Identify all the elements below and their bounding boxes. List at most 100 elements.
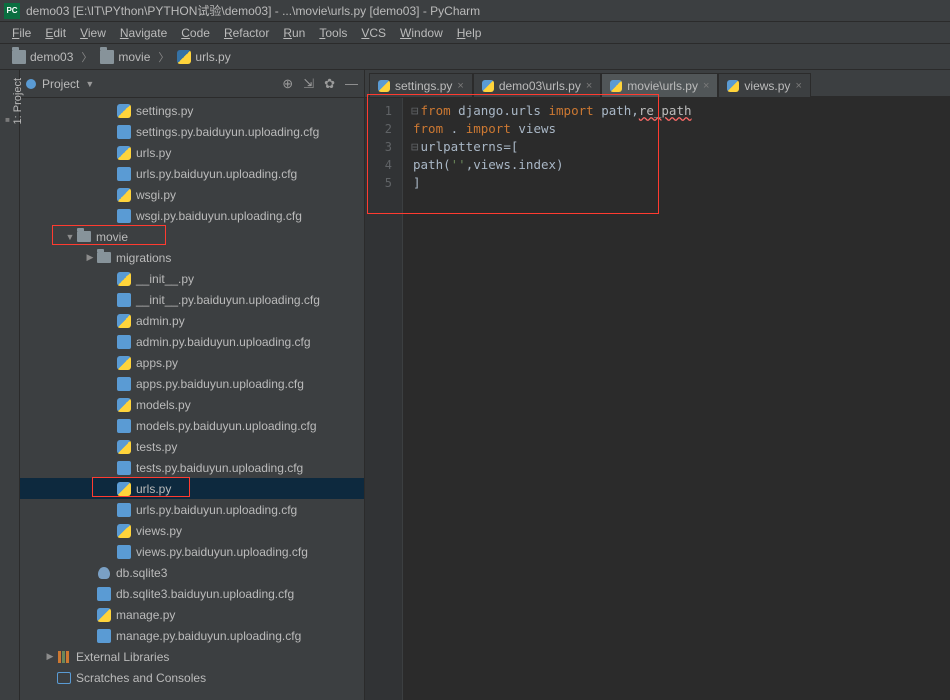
breadcrumb-item-demo03[interactable]: demo03 <box>8 49 77 65</box>
editor-tab-movie-urls-py[interactable]: movie\urls.py× <box>601 73 718 97</box>
tree-row-models-py[interactable]: ▶models.py <box>20 394 364 415</box>
editor-tab-demo03-urls-py[interactable]: demo03\urls.py× <box>473 73 601 97</box>
title-bar: PC demo03 [E:\IT\PYthon\PYTHON试验\demo03]… <box>0 0 950 22</box>
tree-row-external-libraries[interactable]: ▶External Libraries <box>20 646 364 667</box>
tree-row-models-py-baiduyun-uploading-cfg[interactable]: ▶models.py.baiduyun.uploading.cfg <box>20 415 364 436</box>
config-file-icon <box>116 335 132 349</box>
tree-row-apps-py[interactable]: ▶apps.py <box>20 352 364 373</box>
menu-view[interactable]: View <box>74 24 112 42</box>
tree-row-db-sqlite3[interactable]: ▶db.sqlite3 <box>20 562 364 583</box>
menu-edit[interactable]: Edit <box>39 24 72 42</box>
code-line[interactable]: ] <box>411 174 692 192</box>
code-area[interactable]: ⊟from django.urls import path,re_path fr… <box>403 98 700 700</box>
code-line[interactable]: ⊟from django.urls import path,re_path <box>411 102 692 120</box>
tree-row-views-py[interactable]: ▶views.py <box>20 520 364 541</box>
tree-row-urls-py[interactable]: ▶urls.py <box>20 142 364 163</box>
breadcrumb-sep: 〉 <box>81 49 92 65</box>
code-line[interactable]: path('',views.index) <box>411 156 692 174</box>
tree-row-scratches-and-consoles[interactable]: ▶Scratches and Consoles <box>20 667 364 688</box>
token-id: urlpatterns <box>421 139 504 154</box>
chevron-down-icon[interactable]: ▼ <box>64 232 76 242</box>
tree-row-admin-py[interactable]: ▶admin.py <box>20 310 364 331</box>
breadcrumb-item-urls-py[interactable]: urls.py <box>173 49 234 65</box>
token-id: views <box>518 121 556 136</box>
chevron-right-icon[interactable]: ▶ <box>84 252 96 263</box>
folder-icon <box>12 50 26 64</box>
tree-row--init-py-baiduyun-uploading-cfg[interactable]: ▶__init__.py.baiduyun.uploading.cfg <box>20 289 364 310</box>
editor-tab-settings-py[interactable]: settings.py × <box>369 73 473 97</box>
locate-icon[interactable]: ⊕ <box>282 76 293 92</box>
project-panel-actions: ⊕ ⇲ ✿ — <box>282 76 358 92</box>
menu-run[interactable]: Run <box>277 24 311 42</box>
project-panel: Project ▼ ⊕ ⇲ ✿ — ▶settings.py▶settings.… <box>20 70 365 700</box>
tree-row-migrations[interactable]: ▶migrations <box>20 247 364 268</box>
menu-tools[interactable]: Tools <box>313 24 353 42</box>
tree-row-manage-py-baiduyun-uploading-cfg[interactable]: ▶manage.py.baiduyun.uploading.cfg <box>20 625 364 646</box>
project-icon <box>26 79 36 89</box>
token-op: , <box>631 103 639 118</box>
chevron-right-icon[interactable]: ▶ <box>44 651 56 662</box>
tree-row-wsgi-py-baiduyun-uploading-cfg[interactable]: ▶wsgi.py.baiduyun.uploading.cfg <box>20 205 364 226</box>
close-icon[interactable]: × <box>586 80 592 92</box>
tree-label: tests.py <box>136 440 177 454</box>
hide-icon[interactable]: — <box>345 76 358 91</box>
fold-icon[interactable]: ⊟ <box>411 103 419 118</box>
editor-tab-label: settings.py <box>395 79 452 93</box>
token-op: . <box>451 121 466 136</box>
tree-row-wsgi-py[interactable]: ▶wsgi.py <box>20 184 364 205</box>
project-panel-title[interactable]: Project ▼ <box>26 77 94 91</box>
config-file-icon <box>116 419 132 433</box>
tree-row-urls-py-baiduyun-uploading-cfg[interactable]: ▶urls.py.baiduyun.uploading.cfg <box>20 163 364 184</box>
menu-code[interactable]: Code <box>175 24 216 42</box>
close-icon[interactable]: × <box>457 80 463 92</box>
token-op: ( <box>443 157 451 172</box>
code-line[interactable]: from . import views <box>411 120 692 138</box>
tool-strip-left: 1: Project <box>0 70 20 700</box>
menu-help[interactable]: Help <box>451 24 488 42</box>
project-panel-header: Project ▼ ⊕ ⇲ ✿ — <box>20 70 364 98</box>
breadcrumb-item-movie[interactable]: movie <box>96 49 154 65</box>
tree-label: manage.py.baiduyun.uploading.cfg <box>116 629 301 643</box>
tree-row-settings-py-baiduyun-uploading-cfg[interactable]: ▶settings.py.baiduyun.uploading.cfg <box>20 121 364 142</box>
tree-row-manage-py[interactable]: ▶manage.py <box>20 604 364 625</box>
library-icon <box>56 651 72 663</box>
tree-row-settings-py[interactable]: ▶settings.py <box>20 100 364 121</box>
database-icon <box>96 567 112 579</box>
settings-icon[interactable]: ✿ <box>324 76 335 92</box>
folder-icon <box>96 252 112 263</box>
collapse-all-icon[interactable]: ⇲ <box>303 76 314 92</box>
menu-file[interactable]: File <box>6 24 37 42</box>
project-tree[interactable]: ▶settings.py▶settings.py.baiduyun.upload… <box>20 98 364 700</box>
tree-row-apps-py-baiduyun-uploading-cfg[interactable]: ▶apps.py.baiduyun.uploading.cfg <box>20 373 364 394</box>
close-icon[interactable]: × <box>703 80 709 92</box>
tree-row-tests-py-baiduyun-uploading-cfg[interactable]: ▶tests.py.baiduyun.uploading.cfg <box>20 457 364 478</box>
line-number: 2 <box>365 120 402 138</box>
token-op: ) <box>556 157 564 172</box>
tree-row-movie[interactable]: ▼movie <box>20 226 364 247</box>
tree-row-urls-py[interactable]: ▶urls.py <box>20 478 364 499</box>
token-err: re_path <box>639 103 692 118</box>
tree-label: models.py.baiduyun.uploading.cfg <box>136 419 317 433</box>
close-icon[interactable]: × <box>795 80 801 92</box>
menu-vcs[interactable]: VCS <box>355 24 392 42</box>
tree-row-urls-py-baiduyun-uploading-cfg[interactable]: ▶urls.py.baiduyun.uploading.cfg <box>20 499 364 520</box>
menu-navigate[interactable]: Navigate <box>114 24 173 42</box>
tree-row-views-py-baiduyun-uploading-cfg[interactable]: ▶views.py.baiduyun.uploading.cfg <box>20 541 364 562</box>
config-file-icon <box>116 377 132 391</box>
breadcrumb: demo03〉movie〉urls.py <box>0 44 950 70</box>
editor-tab-views-py[interactable]: views.py× <box>718 73 810 97</box>
tree-row-tests-py[interactable]: ▶tests.py <box>20 436 364 457</box>
tree-row-db-sqlite3-baiduyun-uploading-cfg[interactable]: ▶db.sqlite3.baiduyun.uploading.cfg <box>20 583 364 604</box>
code-line[interactable]: ⊟urlpatterns=[ <box>411 138 692 156</box>
editor-body: 12345 ⊟from django.urls import path,re_p… <box>365 98 950 700</box>
line-number: 4 <box>365 156 402 174</box>
python-file-icon <box>116 440 132 454</box>
tree-row--init-py[interactable]: ▶__init__.py <box>20 268 364 289</box>
token-kw: import <box>466 121 519 136</box>
menu-window[interactable]: Window <box>394 24 449 42</box>
main: 1: Project Project ▼ ⊕ ⇲ ✿ — ▶settings.p… <box>0 70 950 700</box>
menu-refactor[interactable]: Refactor <box>218 24 275 42</box>
python-file-icon <box>116 482 132 496</box>
fold-icon[interactable]: ⊟ <box>411 139 419 154</box>
tree-row-admin-py-baiduyun-uploading-cfg[interactable]: ▶admin.py.baiduyun.uploading.cfg <box>20 331 364 352</box>
